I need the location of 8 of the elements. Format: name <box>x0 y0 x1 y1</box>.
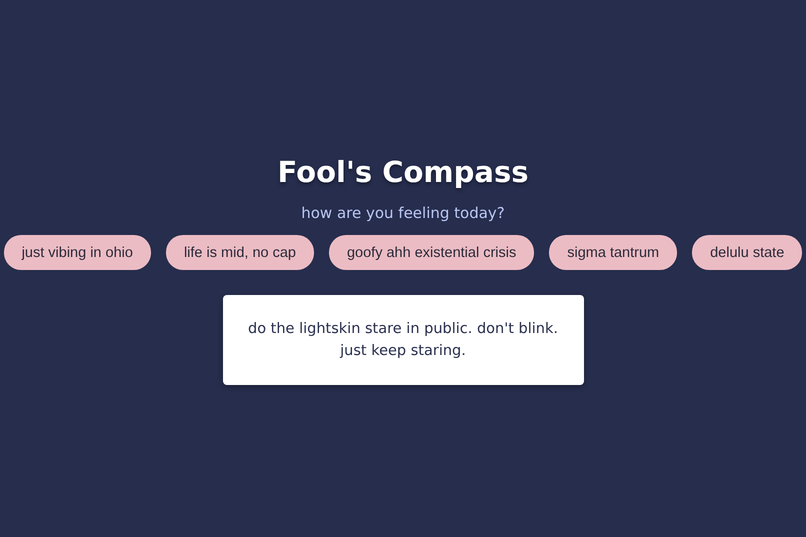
mood-button[interactable]: just vibing in ohio <box>4 235 151 270</box>
mood-button[interactable]: delulu state <box>692 235 802 270</box>
subtitle: how are you feeling today? <box>301 203 505 224</box>
mood-button[interactable]: sigma tantrum <box>549 235 678 270</box>
advice-text: do the lightskin stare in public. don't blink. just keep staring. <box>247 320 559 361</box>
app-title: Fool's Compass <box>278 154 528 191</box>
mood-button[interactable]: goofy ahh existential crisis <box>328 235 534 270</box>
mood-button[interactable]: life is mid, no cap <box>166 235 314 270</box>
